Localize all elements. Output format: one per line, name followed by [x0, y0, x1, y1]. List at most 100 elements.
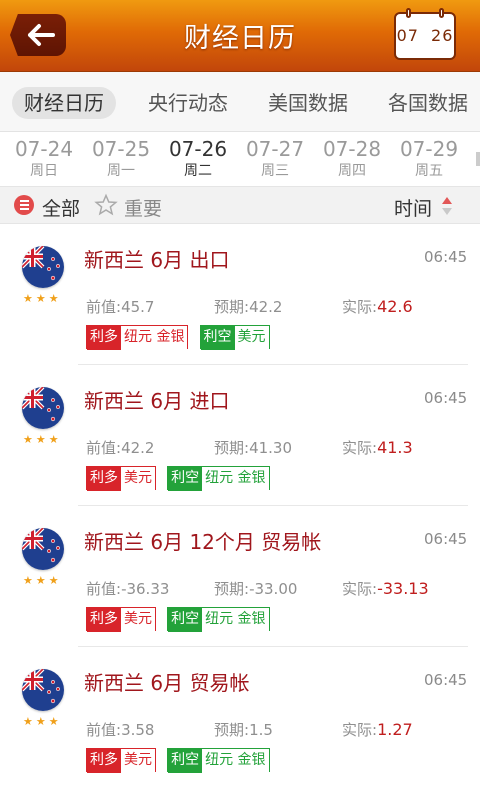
nz-flag-icon — [22, 669, 64, 711]
weekday-label: 周五 — [415, 163, 443, 179]
date-scroll-edge — [476, 152, 480, 166]
bearish-currency: 纽元 金银 — [202, 467, 269, 491]
forecast-label: 预期: — [214, 439, 250, 457]
date-item[interactable]: 07-24 周日 — [6, 136, 82, 180]
prev-number: 42.2 — [121, 439, 155, 457]
forecast-number: 41.30 — [249, 439, 293, 457]
weekday-label: 周四 — [338, 163, 366, 179]
tab-central-bank[interactable]: 央行动态 — [136, 87, 240, 119]
bearish-tag: 利空 纽元 金银 — [167, 607, 270, 632]
actual-label: 实际: — [342, 298, 378, 316]
event-row[interactable]: ★★★ 新西兰 6月 进口 06:45 前值:42.2 预期:41.30 实际:… — [0, 365, 480, 506]
app-header: 财经日历 07 26 — [0, 0, 480, 72]
calendar-button[interactable]: 07 26 — [394, 8, 456, 60]
forecast-label: 预期: — [214, 298, 250, 316]
bearish-label: 利空 — [200, 326, 235, 350]
event-row[interactable]: ★★★ 新西兰 6月 出口 06:45 前值:45.7 预期:42.2 实际:4… — [0, 224, 480, 365]
event-title: 新西兰 6月 出口 — [84, 248, 230, 272]
weekday-label: 周三 — [261, 163, 289, 179]
prev-value: 前值:-36.33 — [86, 578, 169, 599]
actual-label: 实际: — [342, 580, 378, 598]
bearish-currency: 纽元 金银 — [202, 749, 269, 773]
tab-us-data[interactable]: 美国数据 — [256, 87, 360, 119]
date-item[interactable]: 07-27 周三 — [237, 136, 313, 180]
prev-label: 前值: — [86, 439, 122, 457]
nz-flag-icon — [22, 387, 64, 429]
nz-flag-icon — [22, 246, 64, 288]
date-item[interactable]: 07-28 周四 — [314, 136, 390, 180]
bullish-currency: 美元 — [121, 749, 155, 773]
forecast-value: 预期:1.5 — [214, 719, 273, 740]
weekday-label: 周日 — [30, 163, 58, 179]
list-icon[interactable] — [14, 195, 34, 215]
date-strip: 07-24 周日 07-25 周一 07-26 周二 07-27 周三 07-2… — [0, 132, 480, 186]
actual-number: 42.6 — [377, 297, 413, 316]
importance-stars: ★★★ — [23, 574, 62, 587]
impact-tags: 利多 美元 利空 纽元 金银 — [86, 748, 276, 773]
impact-tags: 利多 美元 利空 纽元 金银 — [86, 466, 276, 491]
prev-number: -36.33 — [121, 580, 170, 598]
calendar-ring — [439, 8, 444, 18]
prev-label: 前值: — [86, 580, 122, 598]
bullish-currency: 纽元 金银 — [121, 326, 188, 350]
forecast-label: 预期: — [214, 580, 250, 598]
date-item[interactable]: 07-25 周一 — [83, 136, 159, 180]
weekday-label: 周二 — [184, 163, 212, 179]
bullish-tag: 利多 美元 — [86, 607, 156, 632]
tab-country-data[interactable]: 各国数据 — [376, 87, 480, 119]
date-label: 07-28 — [322, 137, 382, 161]
bearish-label: 利空 — [168, 467, 203, 491]
prev-value: 前值:3.58 — [86, 719, 154, 740]
actual-value: 实际:42.6 — [342, 296, 413, 317]
forecast-number: -33.00 — [249, 580, 298, 598]
actual-value: 实际:-33.13 — [342, 578, 429, 599]
calendar-date-label: 07 26 — [396, 26, 454, 45]
bearish-label: 利空 — [168, 749, 203, 773]
star-outline-icon[interactable] — [94, 193, 118, 217]
actual-label: 实际: — [342, 439, 378, 457]
sort-arrows-icon[interactable] — [440, 195, 454, 217]
date-label: 07-25 — [91, 137, 151, 161]
date-item[interactable]: 07-29 周五 — [391, 136, 467, 180]
filter-important-button[interactable]: 重要 — [124, 194, 162, 221]
event-row[interactable]: ★★★ 新西兰 6月 12个月 贸易帐 06:45 前值:-36.33 预期:-… — [0, 506, 480, 647]
bearish-currency: 纽元 金银 — [202, 608, 269, 632]
nz-flag-icon — [22, 528, 64, 570]
actual-number: 41.3 — [377, 438, 413, 457]
bearish-tag: 利空 纽元 金银 — [167, 748, 270, 773]
bullish-label: 利多 — [87, 467, 121, 491]
actual-value: 实际:1.27 — [342, 719, 413, 740]
filter-bar: 全部 重要 时间 — [0, 186, 480, 224]
prev-label: 前值: — [86, 298, 122, 316]
event-time: 06:45 — [424, 671, 468, 689]
event-title: 新西兰 6月 进口 — [84, 389, 230, 413]
importance-stars: ★★★ — [23, 715, 62, 728]
filter-all-button[interactable]: 全部 — [42, 194, 80, 221]
sort-time-button[interactable]: 时间 — [394, 194, 432, 221]
event-time: 06:45 — [424, 389, 468, 407]
prev-value: 前值:42.2 — [86, 437, 154, 458]
event-time: 06:45 — [424, 530, 468, 548]
forecast-number: 42.2 — [249, 298, 283, 316]
forecast-label: 预期: — [214, 721, 250, 739]
bullish-currency: 美元 — [121, 608, 155, 632]
prev-number: 3.58 — [121, 721, 155, 739]
importance-stars: ★★★ — [23, 292, 62, 305]
prev-label: 前值: — [86, 721, 122, 739]
actual-label: 实际: — [342, 721, 378, 739]
date-item-selected[interactable]: 07-26 周二 — [160, 136, 236, 180]
forecast-value: 预期:-33.00 — [214, 578, 297, 599]
bearish-tag: 利空 美元 — [199, 325, 270, 350]
tab-calendar[interactable]: 财经日历 — [12, 87, 116, 119]
category-tabs: 财经日历 央行动态 美国数据 各国数据 — [0, 72, 480, 132]
event-title: 新西兰 6月 贸易帐 — [84, 671, 250, 695]
event-row[interactable]: ★★★ 新西兰 6月 贸易帐 06:45 前值:3.58 预期:1.5 实际:1… — [0, 647, 480, 788]
date-label: 07-24 — [14, 137, 74, 161]
forecast-number: 1.5 — [249, 721, 273, 739]
actual-value: 实际:41.3 — [342, 437, 413, 458]
date-label: 07-26 — [168, 137, 228, 161]
bullish-tag: 利多 美元 — [86, 466, 156, 491]
bearish-tag: 利空 纽元 金银 — [167, 466, 270, 491]
bullish-label: 利多 — [87, 326, 121, 350]
actual-number: 1.27 — [377, 720, 413, 739]
